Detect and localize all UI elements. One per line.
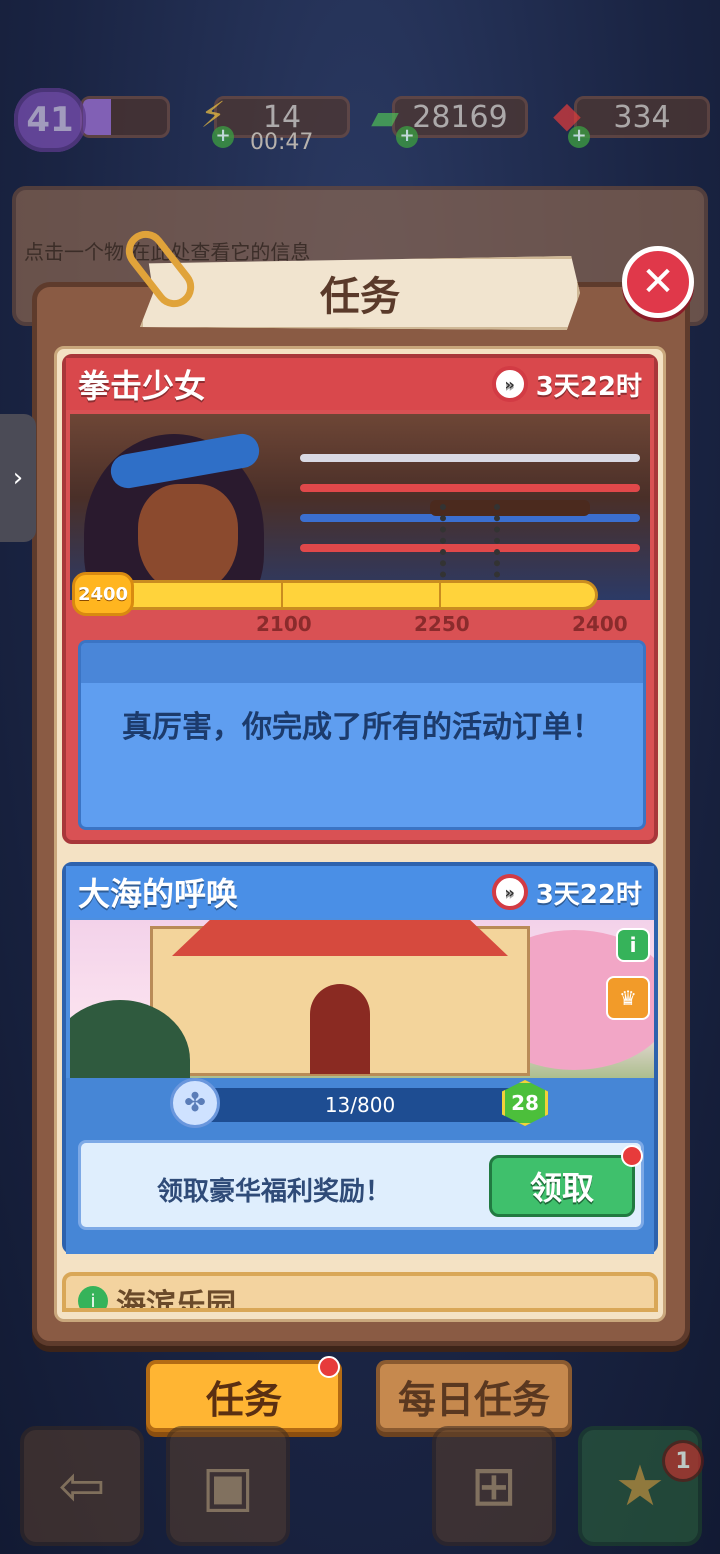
claim-reward-row: 领取豪华福利奖励！ 领取 bbox=[78, 1140, 644, 1230]
backpack-icon: ▣ bbox=[201, 1453, 255, 1519]
energy-timer: 00:47 bbox=[250, 130, 314, 155]
add-gems-icon[interactable]: + bbox=[568, 126, 590, 148]
notification-dot bbox=[318, 1356, 340, 1378]
side-drawer-toggle[interactable]: › bbox=[0, 414, 36, 542]
event-timer-text: 3天22时 bbox=[535, 879, 642, 910]
progress-tick-label: 2100 bbox=[256, 612, 312, 636]
star-icon: ★ bbox=[614, 1453, 666, 1519]
chevron-right-icon: › bbox=[12, 463, 24, 493]
event-timer: » 3天22时 bbox=[491, 366, 642, 403]
add-energy-icon[interactable]: + bbox=[212, 126, 234, 148]
event-timer-text: 3天22时 bbox=[535, 371, 642, 402]
event-card-boxing-girl[interactable]: 拳击少女 » 3天22时 2400 2100 2250 2400 真厉害，你完成… bbox=[62, 354, 658, 844]
boxing-gym-illustration bbox=[70, 414, 650, 600]
progress-tick-label: 2250 bbox=[414, 612, 470, 636]
tab-tasks[interactable]: 任务 bbox=[146, 1360, 342, 1432]
collect-progress-text: 13/800 bbox=[324, 1093, 396, 1117]
tab-daily-tasks[interactable]: 每日任务 bbox=[376, 1360, 572, 1432]
event-title: 海滨乐园 bbox=[116, 1288, 236, 1312]
trophy-icon[interactable]: ♛ bbox=[606, 976, 650, 1020]
event-card-header: 拳击少女 » 3天22时 bbox=[66, 358, 654, 410]
completion-message: 真厉害，你完成了所有的活动订单！ bbox=[122, 710, 602, 745]
modal-title: 任务 bbox=[140, 256, 580, 330]
event-progress-bar bbox=[78, 580, 598, 610]
claim-reward-text: 领取豪华福利奖励！ bbox=[157, 1177, 392, 1207]
close-icon: ✕ bbox=[641, 259, 675, 305]
clock-icon: » bbox=[491, 366, 528, 402]
event-card-call-of-sea[interactable]: 大海的呼唤 » 3天22时 i ♛ 13/800 ✤ 28 领取豪华福利奖励！ … bbox=[62, 862, 658, 1254]
progress-tick-label: 2400 bbox=[572, 612, 628, 636]
close-button[interactable]: ✕ bbox=[622, 246, 694, 318]
shop-basket-button[interactable]: ⊞ bbox=[432, 1426, 556, 1546]
level-badge[interactable]: 41 bbox=[14, 88, 86, 152]
basket-icon: ⊞ bbox=[470, 1453, 518, 1519]
event-card-seaside-park[interactable]: i 海滨乐园 bbox=[62, 1272, 658, 1312]
gem-counter[interactable]: 334 bbox=[574, 96, 710, 138]
notification-dot bbox=[621, 1145, 643, 1167]
backpack-button[interactable]: ▣ bbox=[166, 1426, 290, 1546]
claim-button[interactable]: 领取 bbox=[489, 1155, 635, 1217]
score-badge: 2400 bbox=[72, 572, 134, 616]
info-icon[interactable]: i bbox=[616, 928, 650, 962]
event-title: 大海的呼唤 bbox=[78, 875, 239, 913]
squid-icon: ✤ bbox=[170, 1078, 220, 1128]
mansion-garden-illustration bbox=[70, 920, 654, 1100]
back-button[interactable]: ⇦ bbox=[20, 1426, 144, 1546]
level-progress-bar bbox=[80, 96, 170, 138]
info-icon[interactable]: i bbox=[78, 1286, 108, 1308]
notification-count-badge: 1 bbox=[662, 1440, 704, 1482]
add-cash-icon[interactable]: + bbox=[396, 126, 418, 148]
clock-icon: » bbox=[491, 874, 528, 910]
collect-progress-bar: 13/800 bbox=[190, 1088, 530, 1122]
event-timer: » 3天22时 bbox=[491, 874, 642, 911]
event-card-header: 大海的呼唤 » 3天22时 bbox=[66, 866, 654, 918]
completion-message-box: 真厉害，你完成了所有的活动订单！ bbox=[78, 640, 646, 830]
event-title: 拳击少女 bbox=[78, 367, 207, 405]
arrow-left-icon: ⇦ bbox=[58, 1453, 106, 1519]
